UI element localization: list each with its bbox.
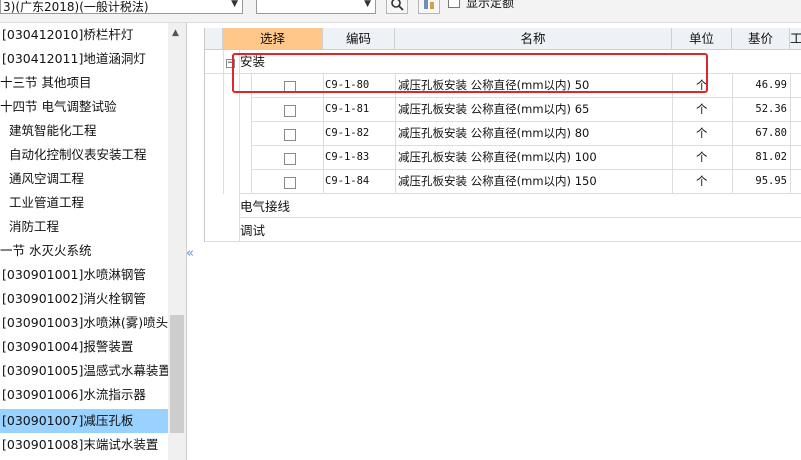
tree-item[interactable]: 十四节 电气调整试验: [0, 95, 116, 119]
row-code[interactable]: C9-1-83: [325, 146, 369, 169]
group-wiring-label[interactable]: 电气接线: [240, 195, 290, 218]
row-divider: [239, 217, 801, 218]
filter-button[interactable]: [418, 0, 440, 14]
search-icon: [391, 0, 404, 11]
tree-item[interactable]: [030412010]桥栏杆灯: [2, 23, 133, 47]
row-unit[interactable]: 个: [696, 98, 708, 121]
scrollbar-thumb[interactable]: [170, 315, 184, 433]
top-toolbar: 3)(广东2018)(一般计税法) ▼ ▼ 显示定额: [0, 0, 801, 23]
row-select-checkbox[interactable]: [284, 153, 296, 165]
tree-item[interactable]: [030901001]水喷淋钢管: [2, 263, 146, 287]
tree-item[interactable]: [030901008]末端试水装置: [2, 433, 158, 457]
tree-item[interactable]: [030901003]水喷淋(雾)喷头: [2, 311, 168, 335]
row-code[interactable]: C9-1-81: [325, 98, 369, 121]
tree-item[interactable]: [030901005]温感式水幕装置: [2, 359, 171, 383]
group-debug-label[interactable]: 调试: [240, 219, 265, 242]
highlight-box: [232, 53, 708, 93]
tree-item[interactable]: 建筑智能化工程: [9, 119, 97, 143]
tree-item[interactable]: 消防工程: [9, 215, 59, 239]
tree-item[interactable]: 十三节 其他项目: [0, 71, 91, 95]
chevron-up-icon[interactable]: ▲: [172, 28, 179, 38]
tree-item-selected[interactable]: [030901007]减压孔板: [0, 409, 168, 433]
row-select-checkbox[interactable]: [284, 129, 296, 141]
row-price[interactable]: 52.36: [732, 98, 787, 121]
tree-item[interactable]: [030901006]水流指示器: [2, 383, 146, 407]
row-price[interactable]: 81.02: [732, 146, 787, 169]
column-divider: [732, 73, 733, 194]
row-price[interactable]: 67.80: [732, 122, 787, 145]
category-tree: [030412010]桥栏杆灯 [030412011]地道涵洞灯 十三节 其他项…: [0, 23, 187, 460]
row-unit[interactable]: 个: [696, 170, 708, 193]
row-name[interactable]: 减压孔板安装 公称直径(mm以内) 150: [398, 170, 597, 193]
tree-item[interactable]: [030901002]消火栓钢管: [2, 287, 146, 311]
library-select-value: 3)(广东2018)(一般计税法): [3, 0, 149, 14]
tree-item[interactable]: 自动化控制仪表安装工程: [9, 143, 147, 167]
tree-item[interactable]: 一节 水灭火系统: [0, 239, 91, 263]
chevron-down-icon[interactable]: ▼: [364, 0, 371, 9]
tree-item[interactable]: [030412011]地道涵洞灯: [2, 47, 146, 71]
row-unit[interactable]: 个: [696, 146, 708, 169]
filter-icon: [424, 0, 434, 9]
tree-scrollbar[interactable]: ▲: [168, 23, 186, 460]
chevron-down-icon[interactable]: ▼: [231, 0, 238, 9]
row-unit[interactable]: 个: [696, 122, 708, 145]
row-price[interactable]: 46.99: [732, 74, 787, 97]
search-button[interactable]: [386, 0, 408, 14]
tree-item[interactable]: [030901004]报警装置: [2, 335, 133, 359]
show-fixed-label: 显示定额: [466, 0, 515, 10]
tree-item[interactable]: 工业管道工程: [9, 191, 84, 215]
search-input[interactable]: ▼: [256, 0, 376, 14]
row-code[interactable]: C9-1-84: [325, 170, 369, 193]
column-header-name[interactable]: 名称: [395, 28, 672, 50]
row-divider: [205, 241, 801, 242]
row-select-checkbox[interactable]: [284, 177, 296, 189]
column-header-price[interactable]: 基价: [732, 28, 790, 50]
row-name[interactable]: 减压孔板安装 公称直径(mm以内) 100: [398, 146, 597, 169]
tree-item[interactable]: 通风空调工程: [9, 167, 84, 191]
column-header-select[interactable]: 选择: [223, 28, 323, 50]
row-code[interactable]: C9-1-82: [325, 122, 369, 145]
column-header-unit[interactable]: 单位: [672, 28, 732, 50]
row-price[interactable]: 95.95: [732, 170, 787, 193]
row-header-corner: [205, 28, 223, 50]
collapse-panel-icon[interactable]: «: [186, 246, 194, 261]
column-divider: [223, 50, 224, 194]
row-select-checkbox[interactable]: [284, 105, 296, 117]
column-header-code[interactable]: 编码: [323, 28, 395, 50]
library-select[interactable]: 3)(广东2018)(一般计税法) ▼: [0, 0, 243, 14]
row-name[interactable]: 减压孔板安装 公称直径(mm以内) 80: [398, 122, 589, 145]
show-fixed-checkbox[interactable]: [448, 0, 460, 8]
column-divider: [790, 73, 791, 194]
row-name[interactable]: 减压孔板安装 公称直径(mm以内) 65: [398, 98, 589, 121]
column-header-extra[interactable]: 工: [790, 28, 801, 50]
